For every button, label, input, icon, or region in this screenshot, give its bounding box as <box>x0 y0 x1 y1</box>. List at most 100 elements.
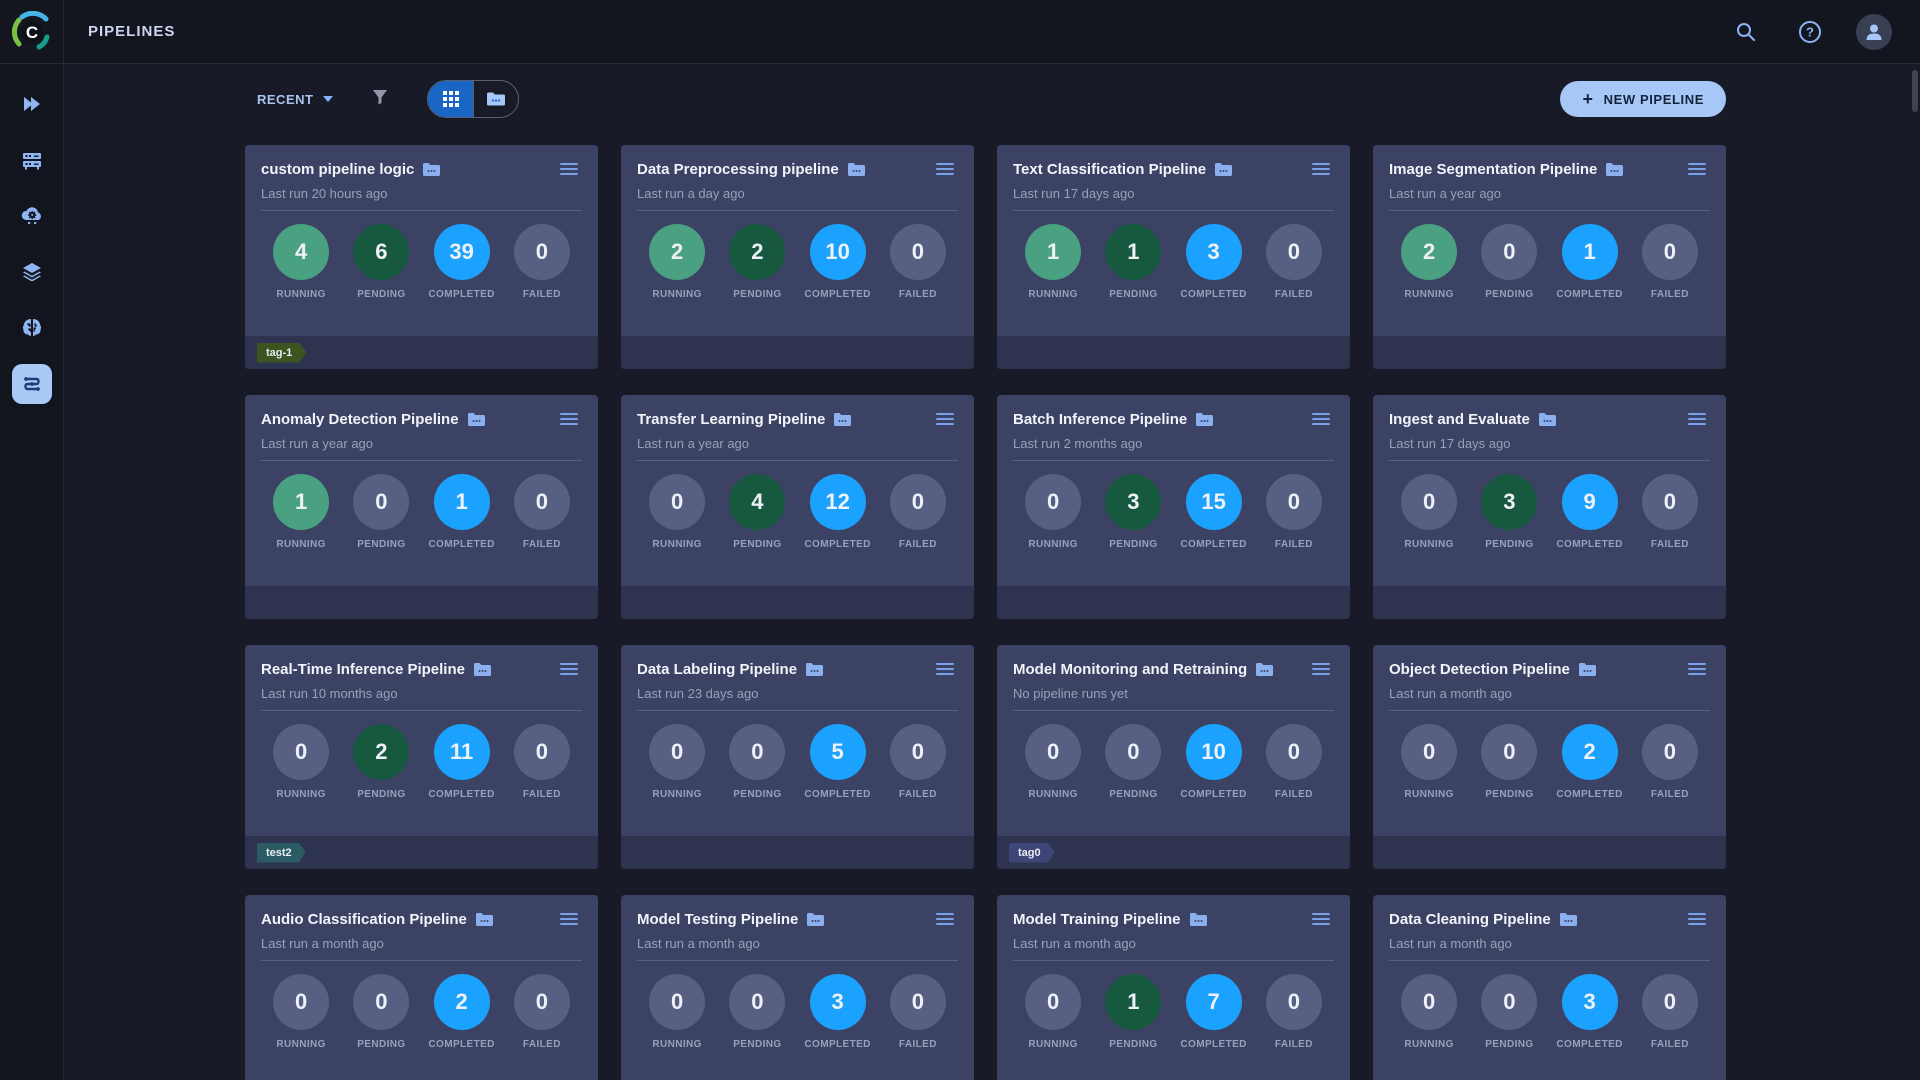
stat-running[interactable]: 1RUNNING <box>1013 224 1093 300</box>
pipeline-card[interactable]: Data Labeling Pipeline Last run 23 days … <box>621 645 974 869</box>
sidebar-item-pipelines[interactable] <box>12 364 52 404</box>
sort-dropdown[interactable]: RECENT <box>257 92 333 107</box>
stat-pending[interactable]: 6PENDING <box>341 224 421 300</box>
stat-failed[interactable]: 0FAILED <box>1254 974 1334 1050</box>
pipeline-card[interactable]: Data Preprocessing pipeline Last run a d… <box>621 145 974 369</box>
sidebar-item-workers[interactable] <box>12 140 52 180</box>
card-menu-icon[interactable] <box>556 659 582 679</box>
filter-icon[interactable] <box>371 88 389 111</box>
pipeline-card[interactable]: Ingest and Evaluate Last run 17 days ago… <box>1373 395 1726 619</box>
pipeline-card[interactable]: Real-Time Inference Pipeline Last run 10… <box>245 645 598 869</box>
stat-failed[interactable]: 0FAILED <box>878 224 958 300</box>
stat-running[interactable]: 0RUNNING <box>1389 974 1469 1050</box>
sidebar-item-projects[interactable] <box>12 84 52 124</box>
stat-pending[interactable]: 0PENDING <box>341 474 421 550</box>
pipeline-card[interactable]: Audio Classification Pipeline Last run a… <box>245 895 598 1080</box>
pipeline-card[interactable]: Anomaly Detection Pipeline Last run a ye… <box>245 395 598 619</box>
stat-completed[interactable]: 3COMPLETED <box>1550 974 1630 1050</box>
pipeline-card[interactable]: Model Training Pipeline Last run a month… <box>997 895 1350 1080</box>
stat-pending[interactable]: 2PENDING <box>717 224 797 300</box>
stat-completed[interactable]: 1COMPLETED <box>1550 224 1630 300</box>
stat-failed[interactable]: 0FAILED <box>1630 974 1710 1050</box>
stat-failed[interactable]: 0FAILED <box>878 474 958 550</box>
stat-running[interactable]: 2RUNNING <box>1389 224 1469 300</box>
stat-running[interactable]: 0RUNNING <box>1013 974 1093 1050</box>
grid-view-button[interactable] <box>428 81 473 117</box>
pipeline-card[interactable]: Batch Inference Pipeline Last run 2 mont… <box>997 395 1350 619</box>
card-menu-icon[interactable] <box>1308 409 1334 429</box>
stat-completed[interactable]: 7COMPLETED <box>1174 974 1254 1050</box>
stat-running[interactable]: 0RUNNING <box>637 974 717 1050</box>
stat-running[interactable]: 2RUNNING <box>637 224 717 300</box>
card-menu-icon[interactable] <box>556 159 582 179</box>
stat-completed[interactable]: 9COMPLETED <box>1550 474 1630 550</box>
stat-completed[interactable]: 12COMPLETED <box>798 474 878 550</box>
stat-pending[interactable]: 4PENDING <box>717 474 797 550</box>
stat-completed[interactable]: 10COMPLETED <box>798 224 878 300</box>
stat-running[interactable]: 0RUNNING <box>261 974 341 1050</box>
stat-running[interactable]: 0RUNNING <box>1013 724 1093 800</box>
stat-running[interactable]: 4RUNNING <box>261 224 341 300</box>
sidebar-item-models[interactable] <box>12 308 52 348</box>
stat-pending[interactable]: 1PENDING <box>1093 974 1173 1050</box>
stat-failed[interactable]: 0FAILED <box>502 724 582 800</box>
stat-failed[interactable]: 0FAILED <box>1254 724 1334 800</box>
pipeline-card[interactable]: Object Detection Pipeline Last run a mon… <box>1373 645 1726 869</box>
search-icon[interactable] <box>1728 14 1764 50</box>
card-menu-icon[interactable] <box>1684 909 1710 929</box>
app-logo[interactable]: C <box>0 0 64 64</box>
stat-completed[interactable]: 3COMPLETED <box>1174 224 1254 300</box>
pipeline-card[interactable]: Transfer Learning Pipeline Last run a ye… <box>621 395 974 619</box>
sidebar-item-datasets[interactable] <box>12 252 52 292</box>
pipeline-tag[interactable]: test2 <box>257 843 306 863</box>
stat-failed[interactable]: 0FAILED <box>878 974 958 1050</box>
card-menu-icon[interactable] <box>932 159 958 179</box>
stat-running[interactable]: 0RUNNING <box>261 724 341 800</box>
stat-pending[interactable]: 0PENDING <box>717 724 797 800</box>
stat-failed[interactable]: 0FAILED <box>1630 224 1710 300</box>
stat-pending[interactable]: 0PENDING <box>1469 224 1549 300</box>
pipeline-card[interactable]: Data Cleaning Pipeline Last run a month … <box>1373 895 1726 1080</box>
card-menu-icon[interactable] <box>1684 409 1710 429</box>
card-menu-icon[interactable] <box>1308 909 1334 929</box>
card-menu-icon[interactable] <box>1308 159 1334 179</box>
stat-running[interactable]: 0RUNNING <box>1389 724 1469 800</box>
card-menu-icon[interactable] <box>1308 659 1334 679</box>
stat-pending[interactable]: 3PENDING <box>1093 474 1173 550</box>
stat-failed[interactable]: 0FAILED <box>1254 474 1334 550</box>
card-menu-icon[interactable] <box>1684 659 1710 679</box>
stat-failed[interactable]: 0FAILED <box>502 974 582 1050</box>
stat-failed[interactable]: 0FAILED <box>502 474 582 550</box>
stat-failed[interactable]: 0FAILED <box>1254 224 1334 300</box>
card-menu-icon[interactable] <box>932 659 958 679</box>
stat-failed[interactable]: 0FAILED <box>1630 474 1710 550</box>
stat-pending[interactable]: 0PENDING <box>717 974 797 1050</box>
stat-running[interactable]: 0RUNNING <box>1389 474 1469 550</box>
card-menu-icon[interactable] <box>1684 159 1710 179</box>
stat-pending[interactable]: 1PENDING <box>1093 224 1173 300</box>
card-menu-icon[interactable] <box>556 909 582 929</box>
card-menu-icon[interactable] <box>932 909 958 929</box>
stat-pending[interactable]: 3PENDING <box>1469 474 1549 550</box>
stat-running[interactable]: 1RUNNING <box>261 474 341 550</box>
stat-failed[interactable]: 0FAILED <box>1630 724 1710 800</box>
stat-pending[interactable]: 0PENDING <box>1093 724 1173 800</box>
stat-completed[interactable]: 2COMPLETED <box>1550 724 1630 800</box>
stat-completed[interactable]: 2COMPLETED <box>422 974 502 1050</box>
pipeline-card[interactable]: Text Classification Pipeline Last run 17… <box>997 145 1350 369</box>
stat-pending[interactable]: 0PENDING <box>341 974 421 1050</box>
card-menu-icon[interactable] <box>932 409 958 429</box>
pipeline-card[interactable]: custom pipeline logic Last run 20 hours … <box>245 145 598 369</box>
pipeline-card[interactable]: Model Testing Pipeline Last run a month … <box>621 895 974 1080</box>
stat-completed[interactable]: 39COMPLETED <box>422 224 502 300</box>
stat-completed[interactable]: 10COMPLETED <box>1174 724 1254 800</box>
pipeline-tag[interactable]: tag0 <box>1009 843 1055 863</box>
pipeline-tag[interactable]: tag-1 <box>257 343 306 363</box>
pipeline-card[interactable]: Image Segmentation Pipeline Last run a y… <box>1373 145 1726 369</box>
stat-failed[interactable]: 0FAILED <box>878 724 958 800</box>
new-pipeline-button[interactable]: + NEW PIPELINE <box>1560 81 1726 117</box>
card-menu-icon[interactable] <box>556 409 582 429</box>
scrollbar-thumb[interactable] <box>1912 70 1918 112</box>
stat-completed[interactable]: 15COMPLETED <box>1174 474 1254 550</box>
stat-completed[interactable]: 1COMPLETED <box>422 474 502 550</box>
